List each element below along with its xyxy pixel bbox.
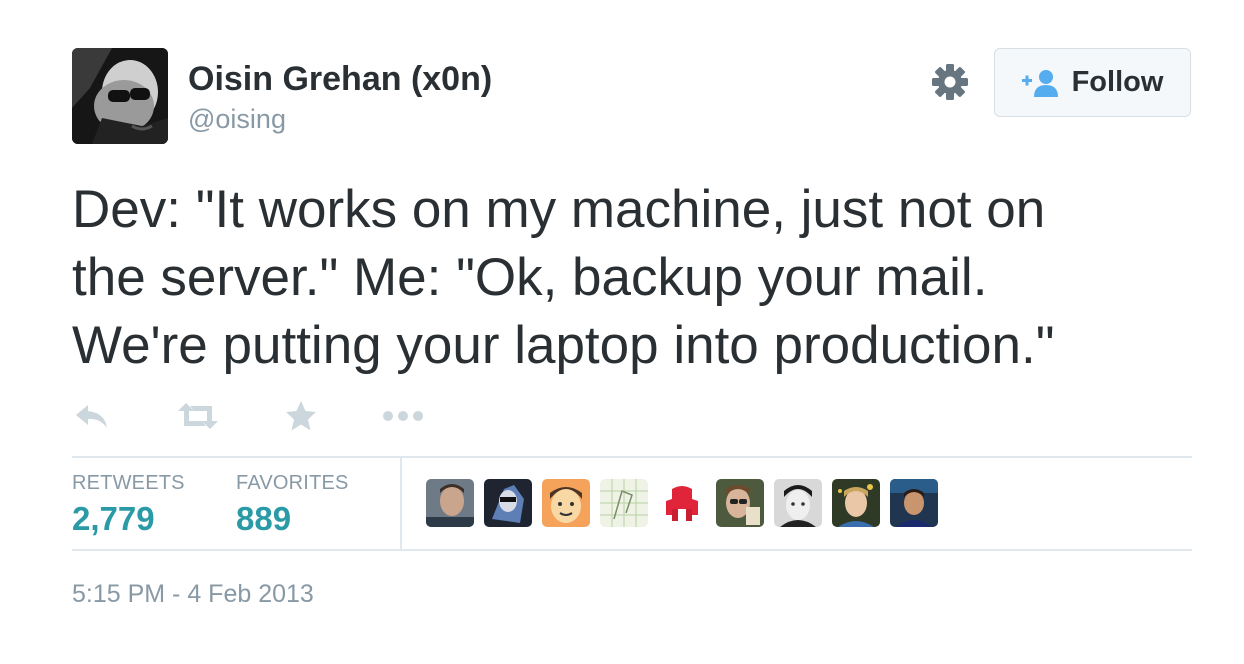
tweet-line: the server." Me: "Ok, backup your mail. bbox=[72, 248, 988, 307]
follow-label: Follow bbox=[1071, 66, 1164, 98]
author-avatar[interactable] bbox=[72, 48, 168, 144]
retweet-icon[interactable] bbox=[176, 396, 220, 436]
user-avatar[interactable] bbox=[774, 479, 822, 527]
avatar-photo bbox=[72, 48, 168, 144]
more-dots-icon[interactable] bbox=[382, 396, 424, 436]
divider bbox=[400, 458, 402, 550]
author-name[interactable]: Oisin Grehan (x0n) bbox=[188, 60, 492, 99]
tweet-line: We're putting your laptop into productio… bbox=[72, 316, 1055, 375]
favorites-count[interactable]: 889 bbox=[236, 500, 291, 538]
tweet-line: Dev: "It works on my machine, just not o… bbox=[72, 180, 1046, 239]
user-avatar[interactable] bbox=[600, 479, 648, 527]
reply-icon[interactable] bbox=[74, 396, 110, 436]
divider bbox=[72, 549, 1192, 551]
user-avatar[interactable] bbox=[484, 479, 532, 527]
user-avatar[interactable] bbox=[542, 479, 590, 527]
author-handle[interactable]: @oising bbox=[188, 104, 286, 135]
user-avatar[interactable] bbox=[658, 479, 706, 527]
user-avatar[interactable] bbox=[890, 479, 938, 527]
tweet-text: Dev: "It works on my machine, just not o… bbox=[72, 176, 1182, 380]
tweet-timestamp[interactable]: 5:15 PM - 4 Feb 2013 bbox=[72, 580, 314, 609]
gear-icon[interactable] bbox=[930, 62, 970, 102]
user-avatar[interactable] bbox=[426, 479, 474, 527]
favorites-label[interactable]: FAVORITES bbox=[236, 472, 349, 495]
divider bbox=[72, 456, 1192, 458]
user-avatar[interactable] bbox=[716, 479, 764, 527]
retweets-label[interactable]: RETWEETS bbox=[72, 472, 185, 495]
user-avatar[interactable] bbox=[832, 479, 880, 527]
favorite-star-icon[interactable] bbox=[284, 396, 318, 436]
follow-button[interactable]: Follow bbox=[994, 48, 1191, 117]
follow-person-plus-icon bbox=[1021, 69, 1058, 97]
retweets-count[interactable]: 2,779 bbox=[72, 500, 155, 538]
